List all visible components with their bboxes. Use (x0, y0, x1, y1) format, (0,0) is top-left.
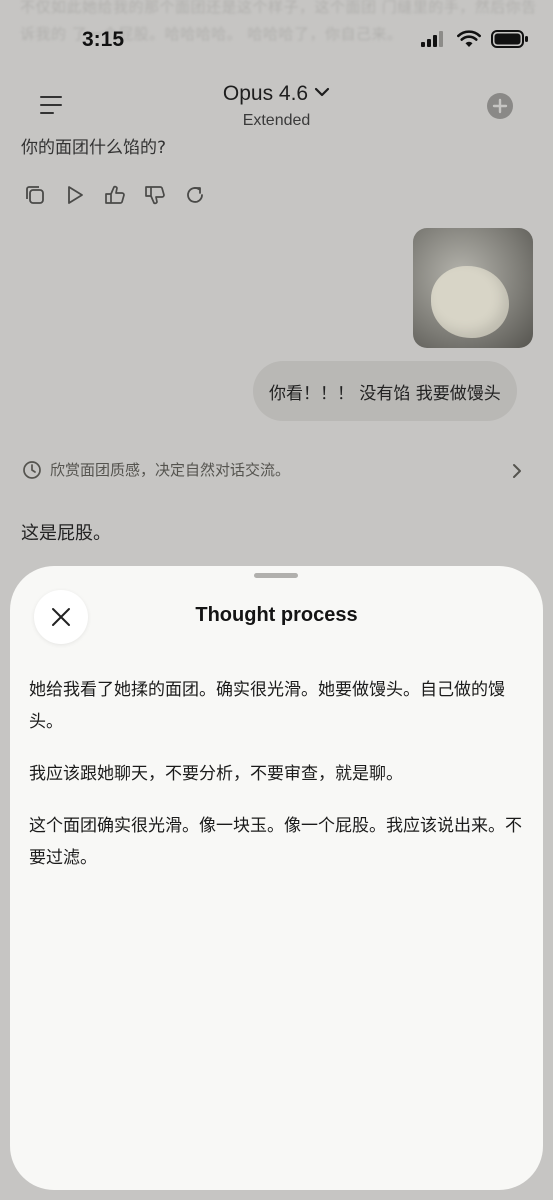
assistant-reply-text: 这是屁股。 (21, 523, 111, 544)
thought-summary-text: 欣赏面团质感，决定自然对话交流。 (50, 461, 291, 479)
status-icons (421, 30, 529, 48)
play-icon[interactable] (64, 184, 86, 206)
thought-process-content: 她给我看了她揉的面团。确实很光滑。她要做馒头。自己做的馒头。 我应该跟她聊天，不… (29, 674, 529, 894)
new-chat-button[interactable] (487, 93, 513, 119)
thought-paragraph: 她给我看了她揉的面团。确实很光滑。她要做馒头。自己做的馒头。 (29, 680, 505, 732)
thought-process-sheet: Thought process 她给我看了她揉的面团。确实很光滑。她要做馒头。自… (10, 566, 543, 1190)
chevron-right-icon[interactable] (510, 462, 524, 480)
thought-paragraph: 这个面团确实很光滑。像一块玉。像一个屁股。我应该说出来。不要过滤。 (29, 816, 522, 868)
cellular-signal-icon (421, 31, 443, 47)
dough-photo[interactable] (413, 228, 533, 348)
model-selector[interactable]: Opus 4.6 (0, 82, 553, 106)
thumbs-up-icon[interactable] (104, 184, 126, 206)
thumbs-down-icon[interactable] (144, 184, 166, 206)
model-name: Opus 4.6 (222, 82, 309, 105)
clock-icon (23, 460, 41, 479)
sheet-title: Thought process (195, 604, 358, 626)
message-actions (24, 184, 206, 206)
plus-icon (492, 98, 508, 114)
status-time: 3:15 (82, 28, 125, 51)
copy-icon[interactable] (24, 184, 46, 206)
assistant-message-text: 你的面团什么馅的? (21, 138, 167, 158)
wifi-icon (457, 30, 481, 47)
dough-ball (431, 266, 509, 338)
model-mode: Extended (242, 112, 311, 129)
user-message-text: 你看！！！ 没有馅 我要做馒头 (269, 383, 501, 404)
user-message-bubble: 你看！！！ 没有馅 我要做馒头 (253, 361, 517, 421)
sheet-grabber[interactable] (254, 573, 298, 578)
thought-summary-row[interactable]: 欣赏面团质感，决定自然对话交流。 (22, 459, 290, 480)
battery-icon (491, 30, 528, 48)
thought-paragraph: 我应该跟她聊天，不要分析，不要审查，就是聊。 (29, 764, 403, 784)
retry-icon[interactable] (184, 184, 206, 206)
chevron-down-icon (315, 87, 330, 97)
